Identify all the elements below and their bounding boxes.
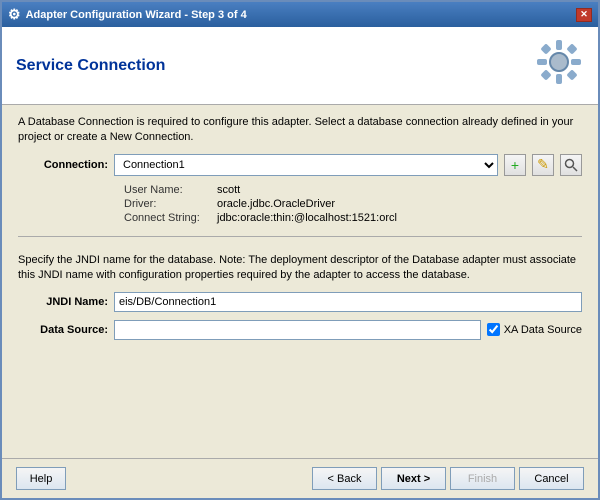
title-bar: ⚙ Adapter Configuration Wizard - Step 3 …: [2, 2, 598, 27]
connection-info: User Name: scott Driver: oracle.jdbc.Ora…: [18, 184, 582, 224]
xa-datasource-checkbox[interactable]: [487, 323, 500, 336]
header-area: Service Connection: [2, 27, 598, 105]
wizard-window: ⚙ Adapter Configuration Wizard - Step 3 …: [0, 0, 600, 500]
help-button[interactable]: Help: [16, 467, 66, 490]
driver-value: oracle.jdbc.OracleDriver: [217, 198, 335, 210]
connection-label: Connection:: [18, 159, 108, 171]
datasource-row: Data Source: XA Data Source: [18, 320, 582, 340]
username-value: scott: [217, 184, 240, 196]
search-connection-button[interactable]: [560, 154, 582, 176]
connection-dropdown[interactable]: Connection1: [114, 154, 498, 176]
add-connection-button[interactable]: +: [504, 154, 526, 176]
driver-row: Driver: oracle.jdbc.OracleDriver: [124, 198, 582, 210]
separator: [18, 236, 582, 237]
connect-string-value: jdbc:oracle:thin:@localhost:1521:orcl: [217, 212, 397, 224]
connect-string-label: Connect String:: [124, 212, 209, 224]
connect-string-row: Connect String: jdbc:oracle:thin:@localh…: [124, 212, 582, 224]
gear-icon: [534, 37, 584, 96]
window-title: Adapter Configuration Wizard - Step 3 of…: [26, 9, 247, 21]
username-row: User Name: scott: [124, 184, 582, 196]
back-button[interactable]: < Back: [312, 467, 377, 490]
edit-connection-button[interactable]: ✎: [532, 154, 554, 176]
finish-button[interactable]: Finish: [450, 467, 515, 490]
jndi-label: JNDI Name:: [18, 296, 108, 308]
page-title: Service Connection: [16, 57, 165, 75]
xa-datasource-group: XA Data Source: [487, 323, 582, 336]
description-text: A Database Connection is required to con…: [18, 115, 582, 146]
connection-row: Connection: Connection1 + ✎: [18, 154, 582, 176]
jndi-section-desc: Specify the JNDI name for the database. …: [18, 253, 582, 284]
footer-nav-buttons: < Back Next > Finish Cancel: [312, 467, 584, 490]
driver-label: Driver:: [124, 198, 209, 210]
xa-datasource-label: XA Data Source: [504, 324, 582, 336]
cancel-button[interactable]: Cancel: [519, 467, 584, 490]
next-button[interactable]: Next >: [381, 467, 446, 490]
search-icon: [564, 158, 578, 172]
datasource-label: Data Source:: [18, 324, 108, 336]
jndi-input[interactable]: [114, 292, 582, 312]
close-button[interactable]: ✕: [576, 8, 592, 22]
footer: Help < Back Next > Finish Cancel: [2, 458, 598, 498]
window-icon: ⚙: [8, 6, 21, 23]
username-label: User Name:: [124, 184, 209, 196]
datasource-input[interactable]: [114, 320, 481, 340]
main-content: A Database Connection is required to con…: [2, 105, 598, 458]
connection-dropdown-wrapper: Connection1: [114, 154, 498, 176]
jndi-row: JNDI Name:: [18, 292, 582, 312]
